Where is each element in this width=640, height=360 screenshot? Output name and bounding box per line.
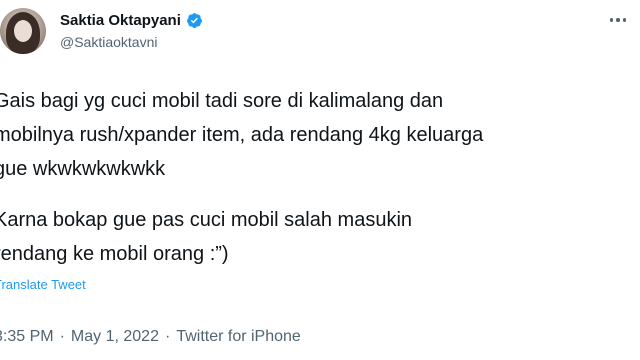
translate-tweet-link[interactable]: Translate Tweet: [0, 277, 86, 292]
tweet-date[interactable]: May 1, 2022: [71, 328, 159, 346]
author-handle[interactable]: @Saktiaoktavni: [60, 34, 157, 50]
avatar-face: [14, 20, 32, 42]
dot: [609, 18, 614, 22]
tweet-source[interactable]: Twitter for iPhone: [176, 328, 301, 346]
author-name-row: Saktia Oktapyani: [60, 12, 203, 29]
separator: ·: [164, 328, 171, 345]
tweet-paragraph-2: Karna bokap gue pas cuci mobil salah mas…: [0, 209, 413, 265]
verified-badge-icon: [186, 13, 202, 28]
tweet-paragraph-1: Gais bagi yg cuci mobil tadi sore di kal…: [0, 90, 484, 180]
tweet-time[interactable]: 3:35 PM: [0, 328, 54, 346]
avatar[interactable]: [0, 8, 46, 54]
separator: ·: [59, 328, 65, 345]
display-name[interactable]: Saktia Oktapyani: [60, 12, 181, 29]
dot: [616, 18, 620, 22]
more-options-icon[interactable]: [604, 10, 632, 30]
tweet-text: Gais bagi yg cuci mobil tadi sore di kal…: [0, 84, 624, 271]
tweet-metadata: 3:35 PM · May 1, 2022 · Twitter for iPho…: [0, 328, 301, 346]
dot: [622, 18, 627, 22]
